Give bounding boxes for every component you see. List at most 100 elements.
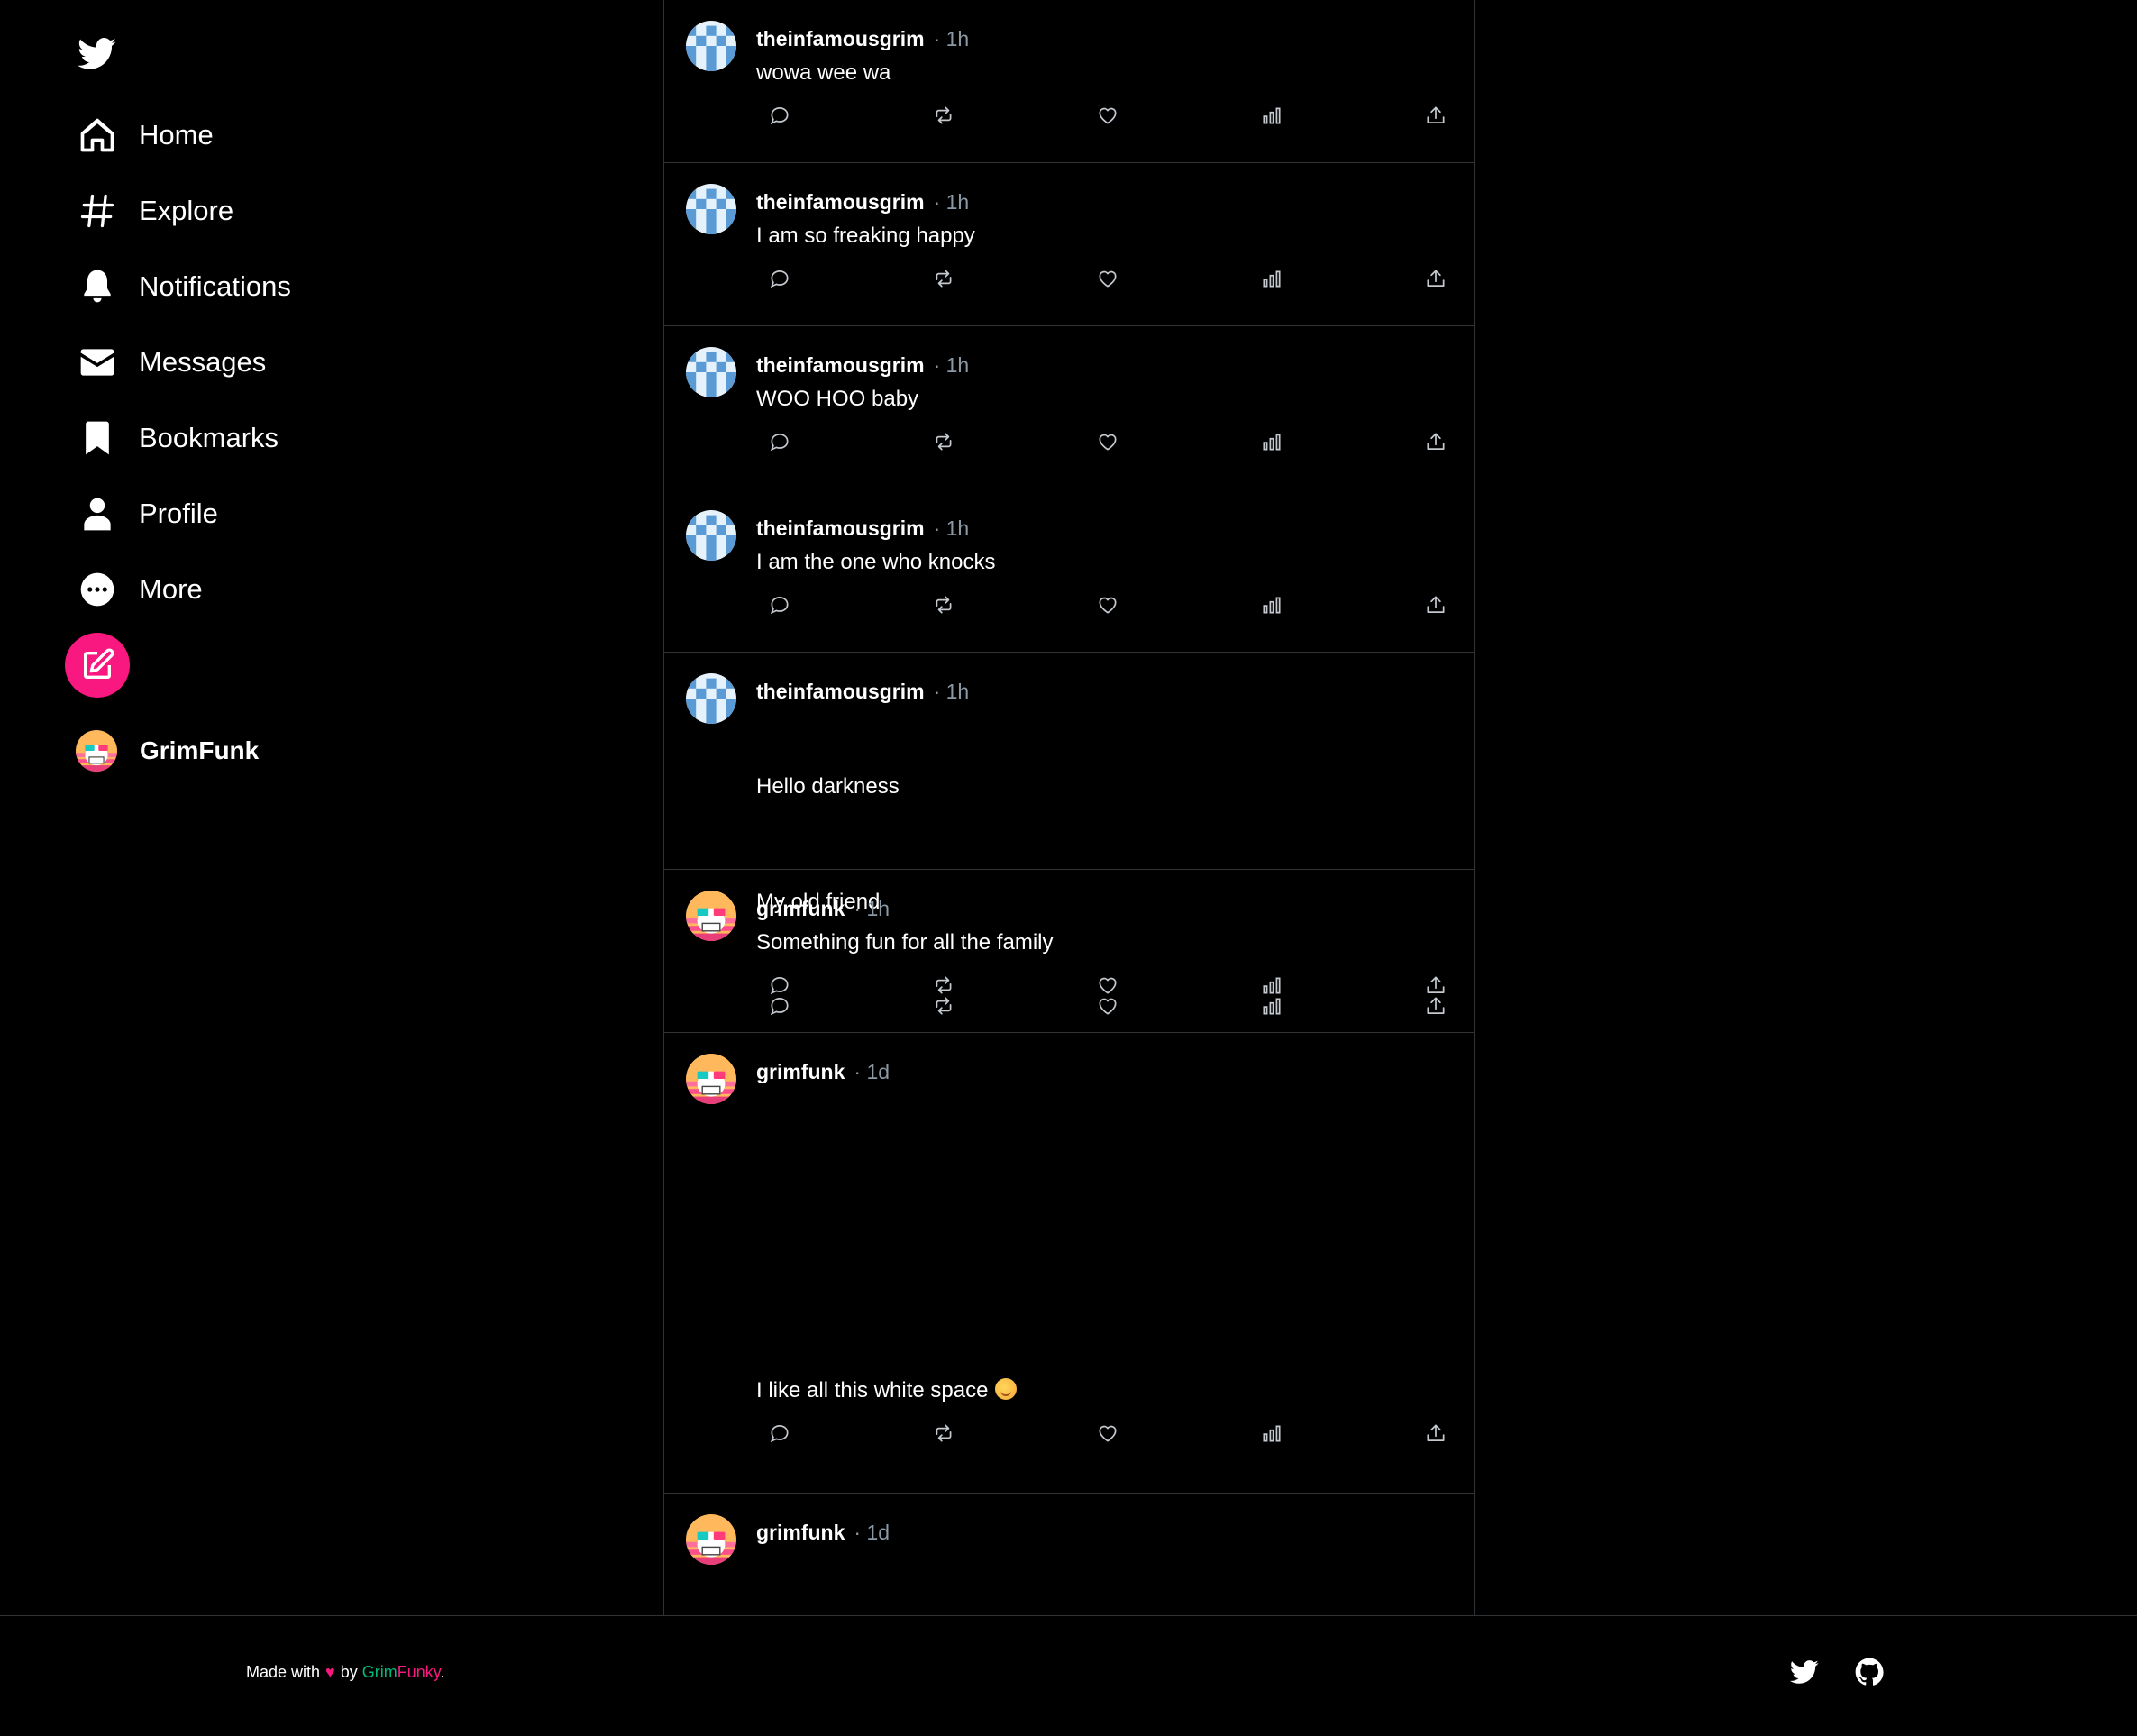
nav-explore[interactable]: Explore (65, 173, 570, 249)
envelope-icon (65, 330, 130, 395)
tweet-text: wowa wee wa (756, 60, 891, 85)
like-icon[interactable] (1091, 1417, 1124, 1449)
footer-by: by (340, 1663, 358, 1681)
share-icon[interactable] (1420, 969, 1452, 1001)
tweet-time: · 1d (854, 1521, 890, 1544)
share-icon[interactable] (1420, 589, 1452, 621)
nav-label: Notifications (139, 270, 291, 302)
tweet-handle[interactable]: theinfamousgrim (756, 190, 925, 214)
like-icon[interactable] (1091, 969, 1124, 1001)
nav-more[interactable]: More (65, 552, 570, 627)
author-link[interactable]: GrimFunky (362, 1663, 441, 1681)
tweet-handle[interactable]: theinfamousgrim (756, 516, 925, 540)
like-icon[interactable] (1091, 589, 1124, 621)
views-icon[interactable] (1256, 589, 1288, 621)
tweet-text: I am so freaking happy (756, 224, 975, 248)
smiling-emoji-icon (995, 1378, 1018, 1400)
nav-bookmarks[interactable]: Bookmarks (65, 400, 570, 476)
tweet-text: I am the one who knocks (756, 550, 996, 574)
tweet[interactable]: grimfunk · 1d (664, 1494, 1474, 1615)
user-icon (65, 481, 130, 546)
tweet-time: · 1h (933, 353, 970, 377)
site-footer: Made with ♥ by GrimFunky. (0, 1615, 2137, 1736)
nav-messages[interactable]: Messages (65, 324, 570, 400)
retweet-icon[interactable] (927, 589, 960, 621)
home-icon (65, 103, 130, 168)
reply-icon[interactable] (763, 969, 796, 1001)
tweet[interactable]: grimfunk · 1d I like all this white space (664, 1033, 1474, 1494)
avatar[interactable] (686, 1054, 736, 1104)
bell-icon (65, 254, 130, 319)
avatar[interactable] (686, 1514, 736, 1565)
tweet-actions (756, 1406, 1452, 1460)
tweet-handle[interactable]: theinfamousgrim (756, 353, 925, 377)
hashtag-icon (65, 178, 130, 243)
retweet-icon[interactable] (927, 425, 960, 458)
tweet-handle[interactable]: grimfunk (756, 897, 845, 920)
tweet-time: · 1h (933, 190, 970, 214)
tweet-text: Something fun for all the family (756, 930, 1054, 955)
retweet-icon[interactable] (927, 969, 960, 1001)
tweet[interactable]: grimfunk · 1h Something fun for all the f… (664, 870, 1474, 1033)
tweet-time: · 1h (933, 27, 970, 50)
avatar (76, 730, 117, 772)
avatar[interactable] (686, 891, 736, 941)
nav-label: Bookmarks (139, 422, 279, 453)
nav-notifications[interactable]: Notifications (65, 249, 570, 324)
tweet[interactable]: theinfamousgrim · 1h wowa wee wa (664, 0, 1474, 163)
compose-button[interactable] (65, 633, 130, 698)
retweet-icon[interactable] (927, 262, 960, 295)
reply-icon[interactable] (763, 425, 796, 458)
share-icon[interactable] (1420, 1417, 1452, 1449)
nav-profile[interactable]: Profile (65, 476, 570, 552)
reply-icon[interactable] (763, 589, 796, 621)
tweet[interactable]: theinfamousgrim · 1h I am the one who kno… (664, 489, 1474, 653)
reply-icon[interactable] (763, 99, 796, 132)
footer-made-with: Made with (246, 1663, 321, 1681)
tweet-handle[interactable]: theinfamousgrim (756, 680, 925, 703)
like-icon[interactable] (1091, 425, 1124, 458)
heart-icon: ♥ (325, 1663, 335, 1681)
tweet-handle[interactable]: theinfamousgrim (756, 27, 925, 50)
views-icon[interactable] (1256, 1417, 1288, 1449)
tweet-actions (756, 251, 1452, 306)
views-icon[interactable] (1256, 969, 1288, 1001)
reply-icon[interactable] (763, 262, 796, 295)
retweet-icon[interactable] (927, 1417, 960, 1449)
account-name: GrimFunk (140, 736, 260, 764)
nav-home[interactable]: Home (65, 97, 570, 173)
views-icon[interactable] (1256, 99, 1288, 132)
tweet-time: · 1h (854, 897, 890, 920)
avatar[interactable] (686, 184, 736, 234)
tweet[interactable]: theinfamousgrim · 1h WOO HOO baby (664, 326, 1474, 489)
tweet[interactable]: theinfamousgrim · 1h Hello darkness My ol… (664, 653, 1474, 1016)
twitter-icon[interactable] (1790, 1658, 1819, 1686)
author-name-part: Grim (361, 1663, 397, 1681)
avatar[interactable] (686, 510, 736, 561)
share-icon[interactable] (1420, 262, 1452, 295)
tweet-handle[interactable]: grimfunk (756, 1521, 845, 1544)
avatar[interactable] (686, 673, 736, 724)
github-icon[interactable] (1855, 1658, 1884, 1686)
share-icon[interactable] (1420, 425, 1452, 458)
views-icon[interactable] (1256, 262, 1288, 295)
reply-icon[interactable] (763, 1417, 796, 1449)
like-icon[interactable] (1091, 99, 1124, 132)
nav-label: Profile (139, 498, 218, 529)
nav-label: More (139, 573, 203, 605)
share-icon[interactable] (1420, 99, 1452, 132)
footer-social-links (1790, 1658, 1884, 1686)
nav-label: Explore (139, 195, 234, 226)
avatar[interactable] (686, 21, 736, 71)
retweet-icon[interactable] (927, 99, 960, 132)
views-icon[interactable] (1256, 425, 1288, 458)
account-switcher[interactable]: GrimFunk (65, 710, 570, 791)
twitter-logo-icon[interactable] (65, 29, 130, 79)
tweet-actions (756, 958, 1452, 1012)
avatar[interactable] (686, 347, 736, 397)
like-icon[interactable] (1091, 262, 1124, 295)
tweet-handle[interactable]: grimfunk (756, 1060, 845, 1083)
nav-label: Home (139, 119, 214, 151)
compose-icon (84, 648, 114, 679)
tweet[interactable]: theinfamousgrim · 1h I am so freaking hap… (664, 163, 1474, 326)
